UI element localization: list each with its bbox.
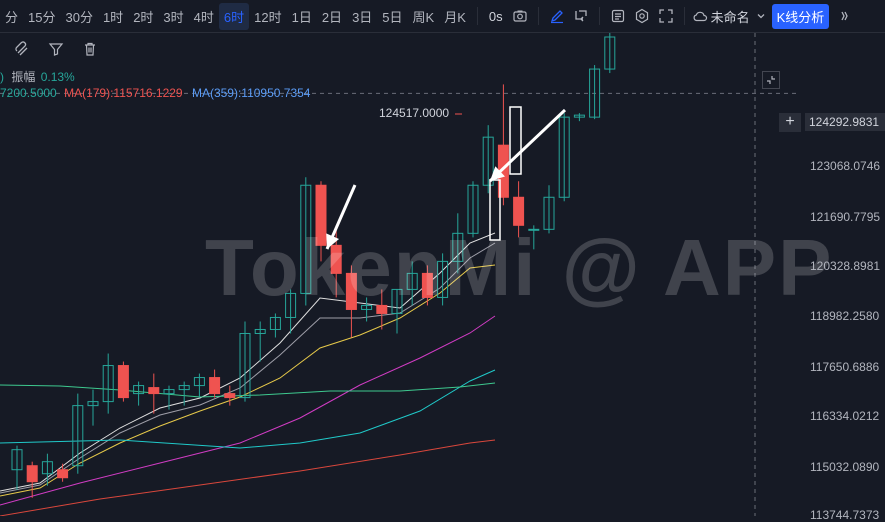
timeframe-9[interactable]: 1日 xyxy=(287,3,317,30)
timeframe-list: 分 15分 30分 1时 2时 3时 4时 6时 12时 1日 2日 3日 5日 周K 月K xyxy=(0,2,471,30)
candle xyxy=(133,381,145,406)
timeframe-0[interactable]: 分 xyxy=(0,3,23,30)
legend-amplitude: ) 振幅 0.13% xyxy=(0,68,75,85)
layout-name[interactable]: 未命名 xyxy=(711,7,750,26)
settings-icon[interactable] xyxy=(630,4,654,28)
candle xyxy=(482,125,494,194)
candle xyxy=(193,373,205,398)
price-axis-label: 121690.7795 xyxy=(810,210,881,224)
timeframe-1[interactable]: 15分 xyxy=(23,3,60,30)
timeframe-3[interactable]: 1时 xyxy=(98,3,128,30)
indicator-icon[interactable] xyxy=(606,4,630,28)
timeframe-5[interactable]: 3时 xyxy=(158,3,188,30)
candle xyxy=(163,385,175,410)
candle xyxy=(87,389,99,426)
countdown-label: 0s xyxy=(488,8,503,24)
amplitude-value: 0.13% xyxy=(40,70,75,84)
axis-toggle-icon[interactable] xyxy=(762,71,780,89)
projection-box xyxy=(509,106,522,175)
candle-body xyxy=(209,377,221,395)
candle-body xyxy=(148,387,160,395)
timeframe-14[interactable]: 月K xyxy=(439,3,471,30)
more-icon[interactable] xyxy=(837,9,851,23)
ma359-value: MA(359):110950.7354 xyxy=(191,86,311,100)
candle xyxy=(178,381,190,406)
candle-body xyxy=(117,365,129,399)
timeframe-11[interactable]: 3日 xyxy=(347,3,377,30)
price-axis-label: 116334.0212 xyxy=(810,409,880,423)
kline-analysis-button[interactable]: K线分析 xyxy=(771,3,830,29)
price-axis-label: 113744.7373 xyxy=(810,508,880,522)
watermark: TokenMi @ APP xyxy=(205,223,834,312)
high-price-label: 124517.0000 xyxy=(379,106,450,120)
amplitude-marker: ) xyxy=(0,70,4,84)
candle xyxy=(102,353,114,414)
price-axis-label: 120328.8981 xyxy=(810,259,881,273)
candle xyxy=(11,445,23,490)
divider xyxy=(598,7,600,25)
timeframe-4[interactable]: 2时 xyxy=(128,3,158,30)
ma179-value: MA(179):115716.1229 xyxy=(64,86,183,100)
fullscreen-icon[interactable] xyxy=(654,4,678,28)
timeframe-2[interactable]: 30分 xyxy=(60,3,97,30)
price-axis[interactable]: 124402.3574123068.0746121690.7795120328.… xyxy=(800,33,885,522)
price-axis-label: 115032.0890 xyxy=(810,460,880,474)
chevron-down-icon[interactable] xyxy=(756,11,766,21)
ma-line-6 xyxy=(0,439,496,516)
candle xyxy=(589,65,601,120)
candle xyxy=(254,321,266,362)
candle xyxy=(269,313,281,338)
current-price-tag: 124292.9831 xyxy=(805,113,885,131)
price-axis-label: 123068.0746 xyxy=(810,159,881,173)
timeframe-8[interactable]: 12时 xyxy=(249,3,286,30)
pencil-icon[interactable] xyxy=(545,4,569,28)
legend-ma: 7200.5000 MA(179):115716.1229 MA(359):11… xyxy=(0,86,310,100)
top-toolbar: 分 15分 30分 1时 2时 3时 4时 6时 12时 1日 2日 3日 5日 周K 月K 0s 未命名 … xyxy=(0,0,885,33)
ma-line-5 xyxy=(0,382,496,398)
price-axis-label: 117650.6886 xyxy=(810,360,880,374)
candle xyxy=(57,463,69,482)
price-axis-label: 118982.2580 xyxy=(810,309,880,323)
cloud-icon[interactable] xyxy=(691,4,709,28)
candle-body xyxy=(57,469,69,479)
divider xyxy=(476,7,478,25)
add-alert-button[interactable]: + xyxy=(779,113,801,132)
timeframe-7[interactable]: 6时 xyxy=(218,2,250,30)
ma-partial-value: 7200.5000 xyxy=(0,86,57,100)
candle xyxy=(117,361,129,402)
candle xyxy=(26,461,38,498)
timeframe-10[interactable]: 2日 xyxy=(317,3,347,30)
candle xyxy=(209,369,221,398)
candle xyxy=(224,385,236,406)
timeframe-12[interactable]: 5日 xyxy=(377,3,407,30)
candle xyxy=(148,373,160,414)
candle-body xyxy=(26,465,38,483)
divider xyxy=(683,7,685,25)
divider xyxy=(537,7,539,25)
candle xyxy=(573,113,585,122)
candle-body xyxy=(224,393,236,399)
replay-icon[interactable] xyxy=(569,4,593,28)
timeframe-13[interactable]: 周K xyxy=(408,3,440,30)
candle xyxy=(558,113,570,202)
candle xyxy=(239,321,251,402)
amplitude-label: 振幅 xyxy=(11,70,36,84)
camera-icon[interactable] xyxy=(508,4,532,28)
timeframe-6[interactable]: 4时 xyxy=(189,3,219,30)
candle xyxy=(604,33,616,74)
